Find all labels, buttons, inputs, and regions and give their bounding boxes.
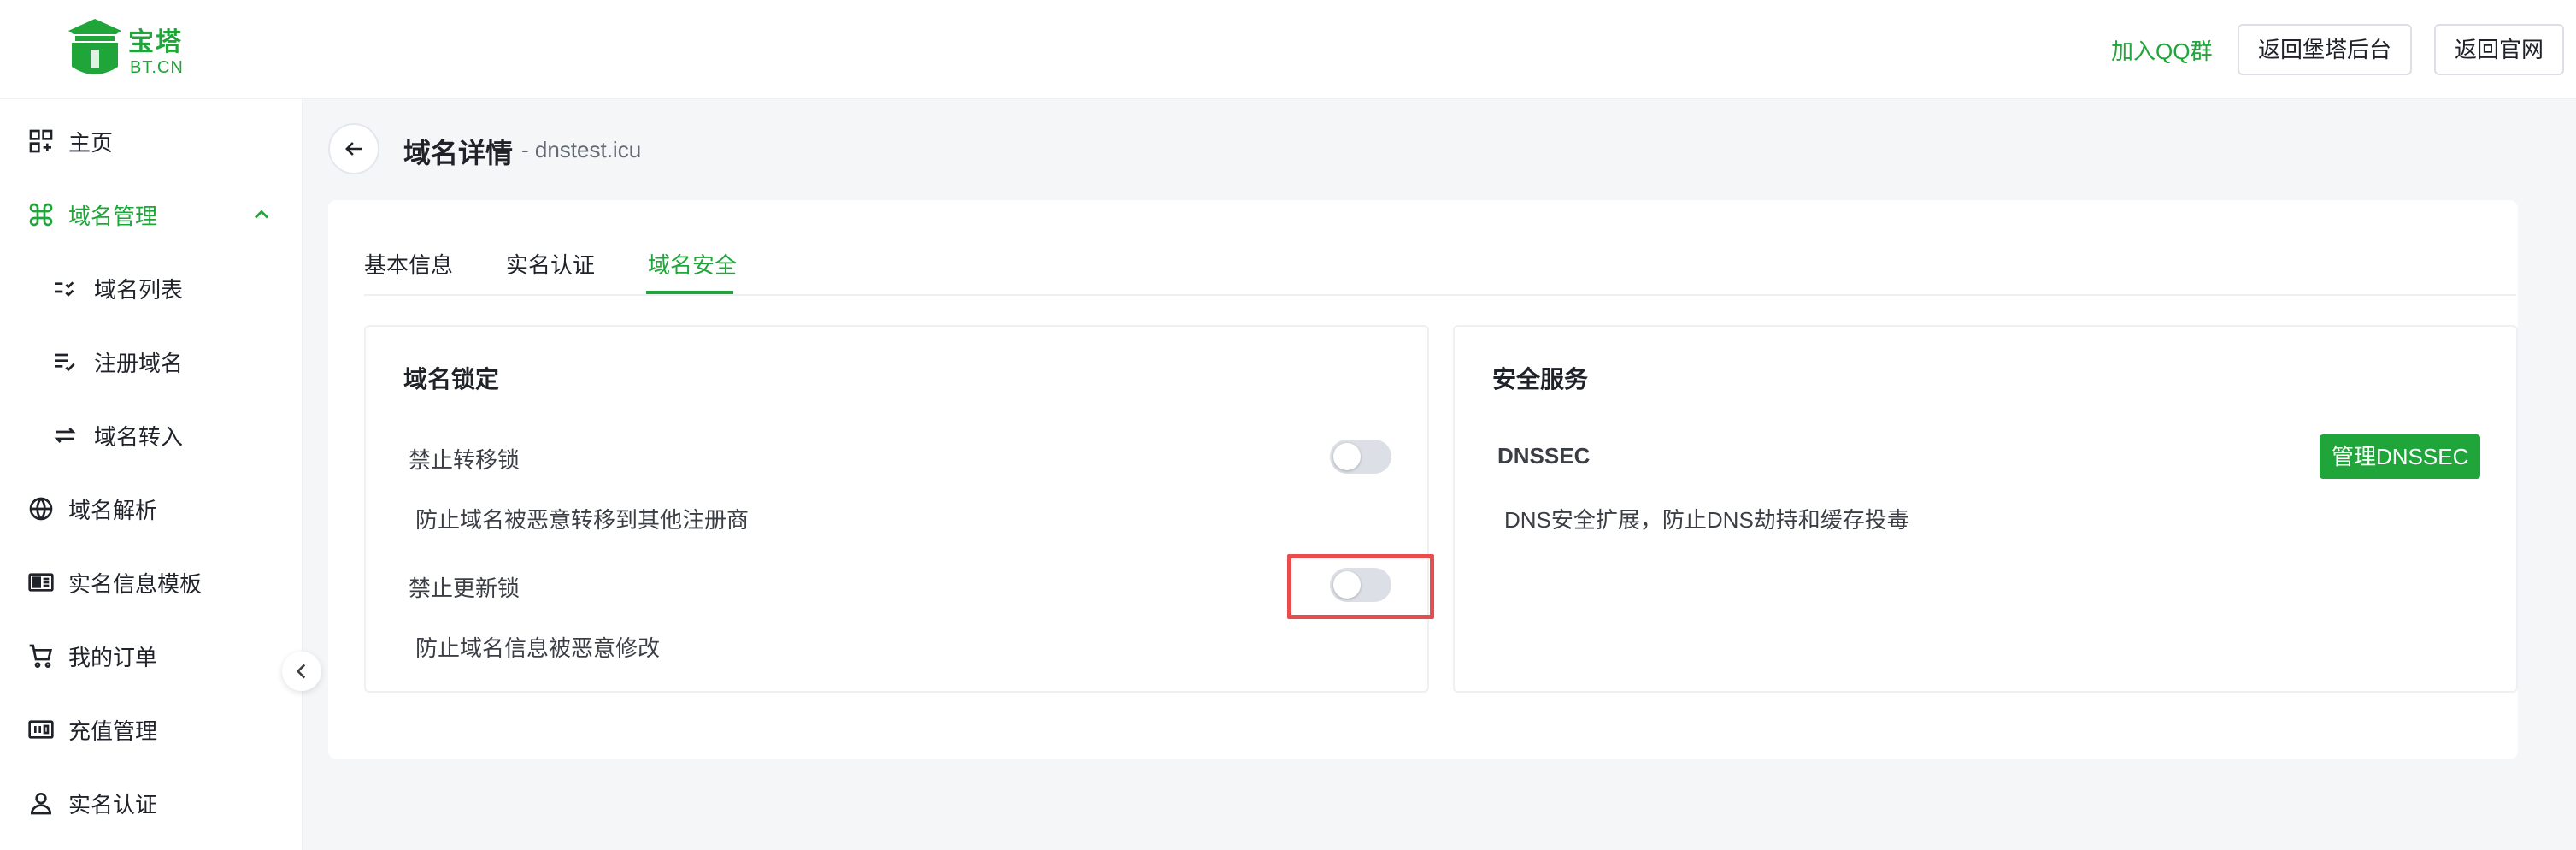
back-button[interactable] — [328, 123, 379, 174]
user-icon — [30, 793, 52, 815]
update-lock-description: 防止域名信息被恶意修改 — [415, 635, 661, 661]
dnssec-description: DNS安全扩展，防止DNS劫持和缓存投毒 — [1504, 507, 1909, 533]
manage-dnssec-button[interactable]: 管理DNSSEC — [2320, 434, 2481, 479]
toggle-knob — [1333, 571, 1361, 599]
update-lock-label: 禁止更新锁 — [409, 576, 520, 601]
sidebar-item-domain-management[interactable]: 域名管理 — [0, 185, 303, 245]
chevron-up-icon[interactable] — [250, 203, 273, 227]
active-tab-indicator — [646, 291, 733, 294]
page-title: 域名详情 — [403, 138, 514, 168]
sidebar-item-label: 注册域名 — [94, 350, 184, 376]
sidebar-item-realname-template[interactable]: 实名信息模板 — [0, 552, 303, 612]
sidebar-item-my-orders[interactable]: 我的订单 — [0, 626, 303, 686]
recharge-icon — [28, 720, 54, 739]
back-to-official-button[interactable]: 返回官网 — [2434, 24, 2565, 75]
transfer-icon — [54, 428, 76, 443]
sidebar-item-label: 域名解析 — [68, 497, 158, 523]
list-add-icon — [55, 353, 75, 372]
tab-realname-auth[interactable]: 实名认证 — [506, 248, 595, 280]
domain-lock-title: 域名锁定 — [403, 366, 500, 393]
sidebar-item-realname-auth[interactable]: 实名认证 — [0, 773, 303, 833]
tab-basic-info[interactable]: 基本信息 — [364, 248, 453, 280]
toggle-knob — [1333, 443, 1361, 470]
globe-icon — [29, 497, 53, 521]
brand-logo[interactable]: 宝塔 BT.CN — [65, 15, 202, 84]
tab-domain-security[interactable]: 域名安全 — [648, 248, 737, 280]
list-check-icon — [55, 281, 74, 297]
brand-name-en: BT.CN — [130, 58, 184, 77]
brand-name-cn: 宝塔 — [128, 28, 183, 56]
pagoda-logo-icon — [68, 19, 121, 74]
top-bar: 宝塔 BT.CN 加入QQ群 返回堡塔后台 返回官网 — [0, 0, 2576, 99]
sidebar-item-domain-list[interactable]: 域名列表 — [0, 258, 303, 318]
page-subtitle: - dnstest.icu — [521, 137, 642, 162]
chevron-left-icon — [296, 664, 306, 679]
sidebar-item-label: 实名信息模板 — [68, 570, 203, 597]
sidebar: 主页 域名管理 域名列表 注册域名 域名转入 域名解析 实名信息模板 我的订单 … — [0, 99, 303, 850]
sidebar-item-dns-resolution[interactable]: 域名解析 — [0, 479, 303, 539]
sidebar-collapse-button[interactable] — [282, 652, 321, 691]
arrow-left-icon — [345, 142, 362, 156]
sidebar-item-recharge[interactable]: 充值管理 — [0, 699, 303, 759]
sidebar-item-label: 域名列表 — [94, 276, 184, 303]
sidebar-item-label: 充值管理 — [68, 717, 158, 744]
cart-icon — [29, 644, 53, 668]
dnssec-label: DNSSEC — [1497, 443, 1591, 469]
transfer-lock-label: 禁止转移锁 — [409, 447, 520, 473]
sidebar-item-label: 主页 — [68, 129, 114, 156]
sidebar-item-label: 实名认证 — [68, 791, 158, 818]
join-qq-link[interactable]: 加入QQ群 — [2111, 34, 2212, 66]
command-icon — [29, 203, 53, 227]
transfer-lock-toggle[interactable] — [1330, 440, 1391, 474]
id-card-icon — [28, 573, 54, 592]
transfer-lock-description: 防止域名被恶意转移到其他注册商 — [415, 507, 750, 533]
sidebar-item-label: 域名管理 — [68, 203, 158, 229]
dashboard-icon — [29, 129, 53, 153]
back-to-panel-button[interactable]: 返回堡塔后台 — [2238, 24, 2413, 75]
sidebar-item-label: 域名转入 — [94, 423, 184, 450]
sidebar-item-label: 我的订单 — [68, 644, 158, 670]
sidebar-item-register-domain[interactable]: 注册域名 — [0, 332, 303, 392]
sidebar-item-domain-transfer[interactable]: 域名转入 — [0, 405, 303, 465]
sidebar-item-home[interactable]: 主页 — [0, 111, 303, 171]
update-lock-toggle[interactable] — [1330, 568, 1391, 602]
security-service-title: 安全服务 — [1492, 366, 1589, 393]
tabs-divider — [364, 294, 2516, 296]
